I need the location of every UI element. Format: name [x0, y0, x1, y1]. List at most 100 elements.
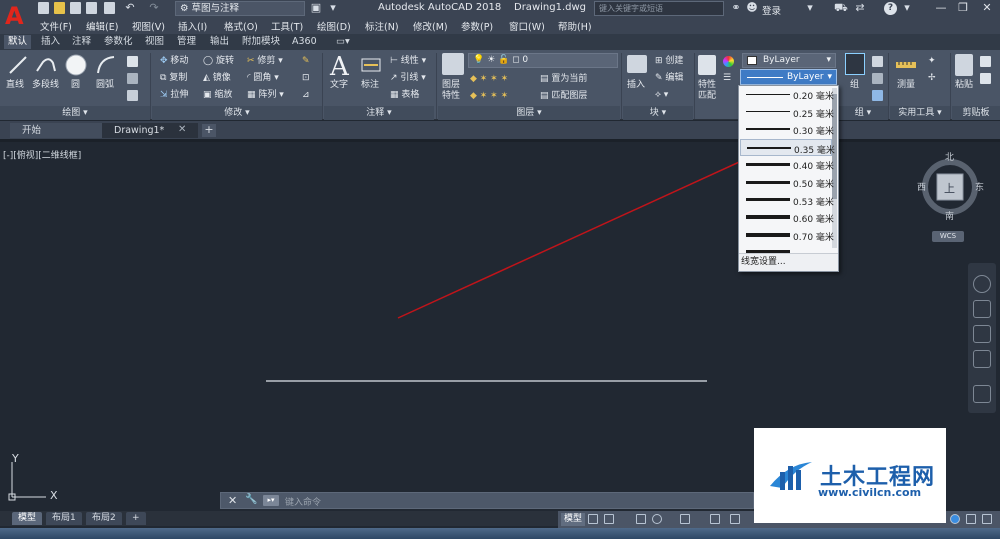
- viewcube-top-face[interactable]: 上: [944, 180, 955, 196]
- layout-tab-1[interactable]: 布局1: [46, 512, 82, 525]
- polyline-icon[interactable]: [35, 54, 57, 76]
- quick-select-icon[interactable]: ✦: [928, 56, 936, 67]
- ribbon-toggle-icon[interactable]: ▭▾: [332, 35, 354, 49]
- boundary-icon[interactable]: [127, 90, 138, 101]
- osnap-tracking-icon[interactable]: [710, 514, 720, 524]
- mirror-button[interactable]: ◭ 镜像: [203, 73, 231, 84]
- copy-button[interactable]: ⧉ 复制: [160, 73, 187, 84]
- lineweight-option[interactable]: 0.20 毫米: [740, 86, 834, 103]
- color-dropdown[interactable]: ByLayer ▾: [742, 53, 836, 68]
- stretch-button[interactable]: ⇲ 拉伸: [160, 90, 188, 101]
- lineweight-option[interactable]: 0.35 毫米: [740, 138, 835, 156]
- workspace-dropdown[interactable]: ⚙ 草图与注释: [175, 1, 305, 16]
- group-edit-icon[interactable]: [872, 73, 883, 84]
- new-tab-button[interactable]: +: [202, 124, 216, 137]
- menu-help[interactable]: 帮助(H): [558, 19, 592, 33]
- layer-tools-row2-icons[interactable]: ◆ ✶ ✶ ✶: [470, 91, 508, 102]
- ungroup-icon[interactable]: [872, 56, 883, 67]
- block-attributes-icon[interactable]: ⟡ ▾: [655, 90, 668, 101]
- menu-modify[interactable]: 修改(M): [413, 19, 448, 33]
- menu-draw[interactable]: 绘图(D): [317, 19, 351, 33]
- menu-format[interactable]: 格式(O): [224, 19, 258, 33]
- text-icon[interactable]: A: [330, 52, 349, 82]
- isolate-objects-icon[interactable]: [950, 514, 960, 524]
- offset-icon[interactable]: ⊿: [302, 90, 310, 101]
- dimension-icon[interactable]: [360, 54, 382, 76]
- menu-file[interactable]: 文件(F): [40, 19, 72, 33]
- tab-annotate[interactable]: 注释: [68, 35, 95, 49]
- recent-commands-icon[interactable]: ▸▾: [263, 495, 279, 506]
- explode-icon[interactable]: ⊡: [302, 73, 310, 84]
- clean-screen-icon[interactable]: [966, 514, 976, 524]
- layout-tab-2[interactable]: 布局2: [86, 512, 122, 525]
- save-as-icon[interactable]: [86, 2, 97, 14]
- edit-block-button[interactable]: ✎ 编辑: [655, 73, 683, 84]
- point-id-icon[interactable]: ✢: [928, 73, 936, 84]
- new-file-icon[interactable]: [38, 2, 49, 14]
- menu-parametric[interactable]: 参数(P): [461, 19, 493, 33]
- tab-addins[interactable]: 附加模块: [238, 35, 284, 49]
- lineweight-option[interactable]: 0.70 毫米: [740, 227, 834, 244]
- cart-icon[interactable]: ⛟: [834, 2, 848, 14]
- group-icon[interactable]: [845, 53, 865, 75]
- close-tab-icon[interactable]: ✕: [178, 124, 186, 135]
- snap-icon[interactable]: [604, 514, 614, 524]
- osnap-icon[interactable]: [730, 514, 740, 524]
- steering-wheel-icon[interactable]: [973, 275, 991, 293]
- viewcube-east[interactable]: 东: [975, 180, 984, 193]
- undo-icon[interactable]: ↶: [124, 2, 136, 14]
- quick-access-more-icon[interactable]: ▾: [327, 2, 339, 14]
- layout-tab-model[interactable]: 模型: [12, 512, 43, 525]
- minimize-button[interactable]: —: [930, 0, 952, 16]
- table-button[interactable]: ▦ 表格: [390, 90, 419, 101]
- paste-icon[interactable]: [955, 54, 973, 76]
- tab-a360[interactable]: A360: [288, 35, 321, 49]
- polar-icon[interactable]: [652, 514, 662, 524]
- close-button[interactable]: ✕: [976, 0, 998, 16]
- pan-icon[interactable]: [973, 300, 991, 318]
- exchange-icon[interactable]: ⇄: [854, 2, 866, 14]
- save-icon[interactable]: [70, 2, 81, 14]
- menu-view[interactable]: 视图(V): [132, 19, 165, 33]
- help-chevron-icon[interactable]: ▾: [901, 2, 913, 14]
- lineweight-settings-item[interactable]: 线宽设置...: [739, 253, 838, 271]
- insert-block-icon[interactable]: [627, 55, 647, 73]
- draw-panel-title[interactable]: 绘图 ▾: [0, 106, 150, 120]
- tab-default[interactable]: 默认: [4, 35, 32, 49]
- open-file-icon[interactable]: [54, 2, 65, 14]
- trim-button[interactable]: ✂ 修剪 ▾: [247, 56, 283, 67]
- lineweight-icon[interactable]: ☰: [723, 73, 731, 84]
- file-tab-start[interactable]: 开始: [10, 123, 104, 138]
- lineweight-dropdown[interactable]: ByLayer ▾: [740, 69, 837, 85]
- arc-icon[interactable]: [95, 54, 117, 76]
- add-layout-button[interactable]: +: [126, 512, 146, 525]
- viewcube-west[interactable]: 西: [917, 180, 926, 193]
- login-link[interactable]: 登录: [762, 3, 781, 17]
- layer-properties-icon[interactable]: [442, 53, 464, 75]
- rotate-button[interactable]: ◯ 旋转: [203, 56, 234, 67]
- tab-output[interactable]: 输出: [206, 35, 233, 49]
- layer-dropdown[interactable]: 💡 ☀ 🔓 ◻ 0: [468, 53, 618, 68]
- tab-insert[interactable]: 插入: [37, 35, 64, 49]
- layer-tools-row1-icons[interactable]: ◆ ✶ ✶ ✶: [470, 74, 508, 85]
- lineweight-option[interactable]: 0.53 毫米: [740, 192, 834, 209]
- zoom-extents-icon[interactable]: [973, 325, 991, 343]
- scale-button[interactable]: ▣ 缩放: [203, 90, 232, 101]
- circle-icon[interactable]: [64, 53, 88, 77]
- plot-icon[interactable]: [104, 2, 115, 14]
- clipboard-panel-title[interactable]: 剪贴板: [952, 106, 1000, 120]
- color-wheel-icon[interactable]: [723, 56, 734, 67]
- application-menu-button[interactable]: A: [0, 0, 30, 34]
- ucs-menu[interactable]: WCS: [932, 231, 964, 242]
- create-block-button[interactable]: ⊞ 创建: [655, 56, 683, 67]
- maximize-button[interactable]: ❐: [952, 0, 974, 16]
- showmotion-icon[interactable]: [973, 385, 991, 403]
- copy-clip-icon[interactable]: [980, 73, 991, 84]
- lineweight-option[interactable]: 0.30 毫米: [740, 121, 834, 138]
- user-icon[interactable]: ☻: [746, 2, 758, 14]
- isodraft-icon[interactable]: [680, 514, 690, 524]
- erase-icon[interactable]: ✎: [302, 56, 310, 67]
- viewcube-south[interactable]: 南: [945, 209, 954, 222]
- move-button[interactable]: ✥ 移动: [160, 56, 188, 67]
- customize-icon[interactable]: 🔧: [245, 494, 257, 505]
